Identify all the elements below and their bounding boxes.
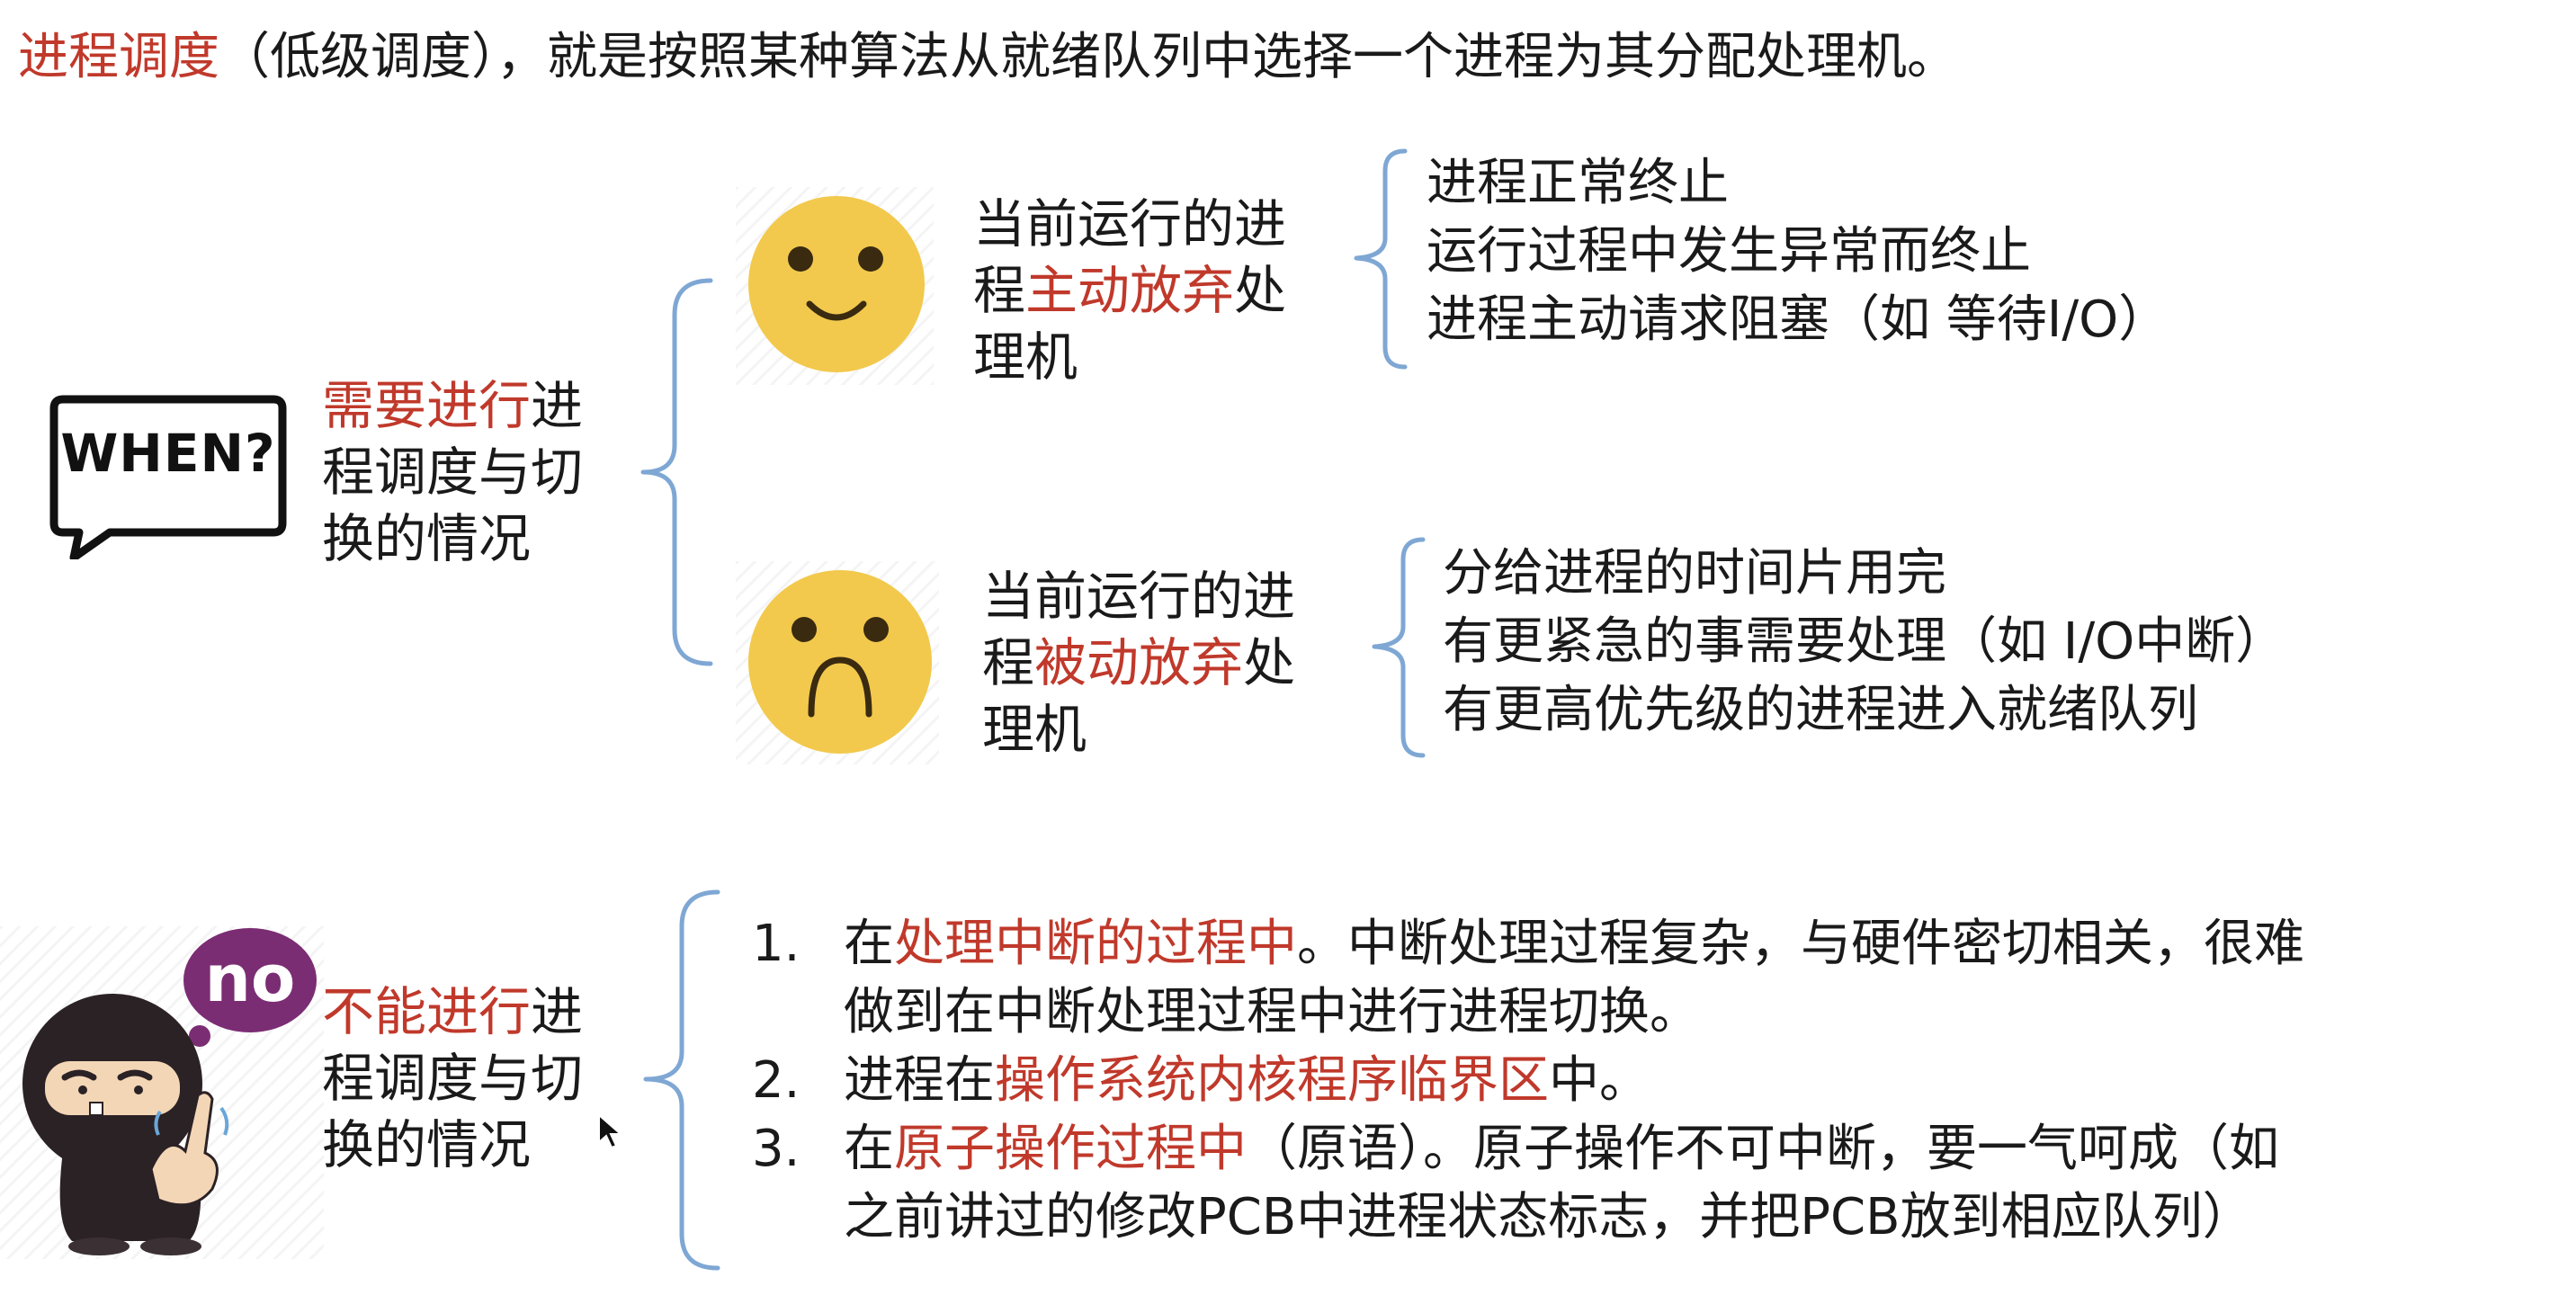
list-highlight: 操作系统内核程序临界区 (995, 1051, 1549, 1110)
cannot-switch-line3: 换的情况 (322, 1114, 532, 1175)
need-switch-line1-rest: 进 (531, 375, 584, 436)
when-badge: WHEN? (47, 389, 290, 562)
list-highlight: 原子操作过程中 (894, 1120, 1247, 1178)
active-giveup-line3: 理机 (973, 326, 1078, 388)
list-number: 2. (752, 1051, 801, 1110)
passive-giveup-line1: 当前运行的进 (982, 566, 1296, 627)
page-title: 进程调度（低级调度），就是按照某种算法从就绪队列中选择一个进程为其分配处理机。 (18, 20, 1957, 95)
list-highlight: 处理中断的过程中 (894, 915, 1297, 973)
passive-giveup-line3: 理机 (982, 699, 1087, 760)
smiley-face-icon (736, 187, 934, 385)
passive-giveup-list: 分给进程的时间片用完 有更紧急的事需要处理（如 I/O中断） 有更高优先级的进程… (1443, 540, 2285, 745)
list-item: 运行过程中发生异常而终止 (1427, 222, 2031, 281)
mouse-cursor-icon (598, 1113, 623, 1149)
cannot-switch-list: 1. 在处理中断的过程中。中断处理过程复杂，与硬件密切相关，很难 做到在中断处理过… (752, 910, 2304, 1252)
passive-giveup-bracket (1372, 537, 1426, 758)
active-giveup-bracket (1354, 148, 1408, 370)
no-badge-text: no (204, 941, 296, 1016)
passive-giveup-line2-post: 处 (1243, 632, 1296, 693)
list-pre: 进程在 (844, 1051, 995, 1110)
active-giveup-line2-pre: 程 (973, 260, 1026, 321)
passive-giveup-label: 当前运行的进 程被动放弃处 理机 (982, 563, 1295, 763)
cannot-switch-line1-rest: 进 (531, 981, 584, 1042)
active-giveup-line2-post: 处 (1234, 260, 1287, 321)
list-pre: 在 (844, 915, 894, 973)
active-giveup-list: 进程正常终止 运行过程中发生异常而终止 进程主动请求阻塞（如 等待I/O） (1427, 149, 2169, 354)
list-item: 分给进程的时间片用完 (1443, 544, 1946, 603)
list-pre: 在 (844, 1120, 894, 1178)
cannot-switch-label: 不能进行进 程调度与切 换的情况 (322, 978, 583, 1178)
list-number: 3. (752, 1120, 801, 1178)
passive-giveup-highlight: 被动放弃 (1034, 632, 1244, 693)
list-item: 有更紧急的事需要处理（如 I/O中断） (1443, 612, 2286, 671)
need-switch-highlight: 需要进行 (322, 375, 532, 436)
list-post: 。中断处理过程复杂，与硬件密切相关，很难 (1297, 915, 2304, 973)
when-badge-text: WHEN? (60, 423, 276, 484)
list-item: 有更高优先级的进程进入就绪队列 (1443, 681, 2198, 739)
active-giveup-label: 当前运行的进 程主动放弃处 理机 (973, 191, 1286, 390)
passive-giveup-line2-pre: 程 (982, 632, 1035, 693)
need-switch-line3: 换的情况 (322, 508, 532, 569)
title-highlight: 进程调度 (18, 28, 219, 86)
list-item: 进程主动请求阻塞（如 等待I/O） (1427, 290, 2169, 349)
cannot-switch-bracket (643, 889, 720, 1271)
list-item: 1. 在处理中断的过程中。中断处理过程复杂，与硬件密切相关，很难 (752, 910, 2304, 978)
cannot-switch-highlight: 不能进行 (322, 981, 532, 1042)
sad-face-icon (736, 561, 939, 764)
cannot-switch-line2: 程调度与切 (322, 1048, 584, 1109)
need-switch-line2: 程调度与切 (322, 442, 584, 503)
list-item: 进程正常终止 (1427, 154, 1729, 212)
list-item-continuation: 之前讲过的修改PCB中进程状态标志，并把PCB放到相应队列） (844, 1188, 2253, 1246)
list-item: 3. 在原子操作过程中（原语）。原子操作不可中断，要一气呵成（如 (752, 1115, 2304, 1183)
active-giveup-highlight: 主动放弃 (1025, 260, 1235, 321)
list-item: 2. 进程在操作系统内核程序临界区中。 (752, 1047, 2304, 1115)
ninja-illustration: no (0, 926, 324, 1259)
list-post: （原语）。原子操作不可中断，要一气呵成（如 (1247, 1120, 2279, 1178)
title-rest: （低级调度），就是按照某种算法从就绪队列中选择一个进程为其分配处理机。 (219, 28, 1957, 86)
active-giveup-line1: 当前运行的进 (973, 193, 1287, 255)
list-post: 中。 (1549, 1051, 1650, 1110)
need-switch-label: 需要进行进 程调度与切 换的情况 (322, 372, 583, 572)
list-item-continuation: 做到在中断处理过程中进行进程切换。 (844, 983, 1700, 1041)
need-switch-bracket (640, 278, 713, 666)
list-number: 1. (752, 915, 801, 973)
